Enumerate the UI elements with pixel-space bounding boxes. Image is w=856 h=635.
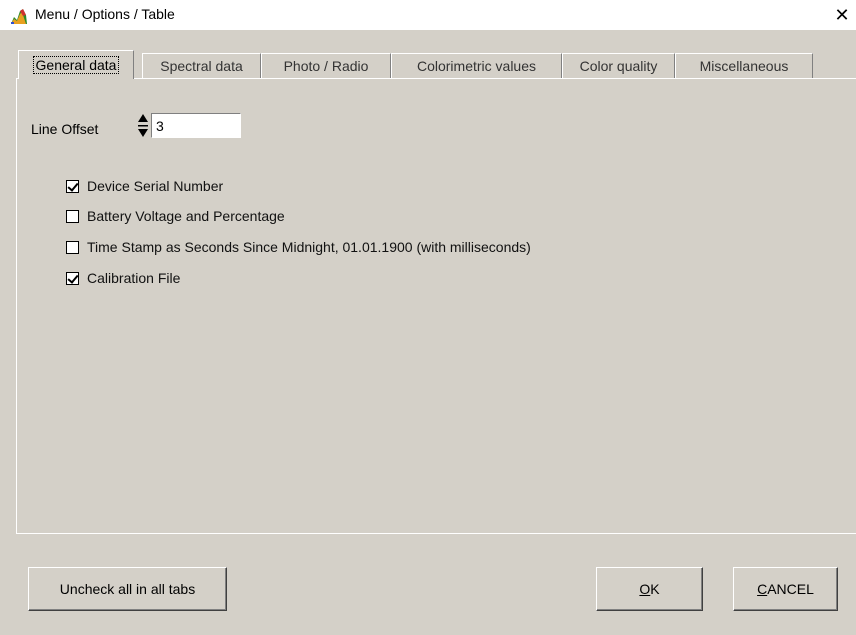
option-device-serial-number[interactable]: Device Serial Number — [66, 176, 223, 196]
title-bar: Menu / Options / Table ✕ — [0, 0, 856, 30]
option-label: Battery Voltage and Percentage — [87, 208, 285, 224]
option-label: Time Stamp as Seconds Since Midnight, 01… — [87, 239, 531, 255]
ok-button[interactable]: OK — [596, 567, 703, 611]
tab-label: Colorimetric values — [416, 58, 537, 74]
option-label: Device Serial Number — [87, 178, 224, 194]
ok-label: K — [650, 581, 660, 597]
tab-label: Color quality — [579, 58, 658, 74]
close-icon[interactable]: ✕ — [830, 3, 854, 27]
checkbox[interactable] — [66, 271, 79, 285]
option-label: Calibration File — [87, 270, 181, 286]
tab-spectral-data[interactable]: Spectral data — [142, 53, 261, 78]
option-calibration-file[interactable]: Calibration File — [66, 268, 180, 288]
checkbox[interactable] — [66, 209, 79, 223]
tab-colorimetric-values[interactable]: Colorimetric values — [391, 53, 562, 78]
tab-label: Miscellaneous — [699, 58, 789, 74]
checkbox[interactable] — [66, 179, 79, 193]
line-offset-label: Line Offset — [31, 121, 99, 137]
checkbox[interactable] — [66, 240, 79, 254]
option-battery-voltage[interactable]: Battery Voltage and Percentage — [66, 206, 285, 226]
tab-general-data[interactable]: General data — [18, 50, 134, 79]
window-title: Menu / Options / Table — [35, 6, 175, 22]
cancel-button[interactable]: CANCEL — [733, 567, 838, 611]
cancel-mnemonic: C — [757, 581, 768, 597]
divider — [16, 533, 856, 534]
tab-label: Photo / Radio — [283, 58, 369, 74]
tab-photo-radio[interactable]: Photo / Radio — [261, 53, 391, 78]
tab-miscellaneous[interactable]: Miscellaneous — [675, 53, 813, 78]
tab-color-quality[interactable]: Color quality — [562, 53, 675, 78]
spectrum-chart-icon — [10, 7, 28, 25]
cancel-label: ANCEL — [767, 581, 814, 597]
tab-label: Spectral data — [160, 58, 243, 74]
uncheck-all-button[interactable]: Uncheck all in all tabs — [28, 567, 227, 611]
tab-label: General data — [32, 56, 120, 74]
option-time-stamp[interactable]: Time Stamp as Seconds Since Midnight, 01… — [66, 237, 531, 257]
line-offset-input[interactable] — [151, 113, 241, 138]
tab-panel-general-data — [16, 78, 856, 534]
up-down-arrows-icon[interactable] — [137, 112, 149, 140]
ok-mnemonic: O — [639, 581, 651, 597]
options-dialog: Menu / Options / Table ✕ General data Sp… — [0, 0, 856, 635]
